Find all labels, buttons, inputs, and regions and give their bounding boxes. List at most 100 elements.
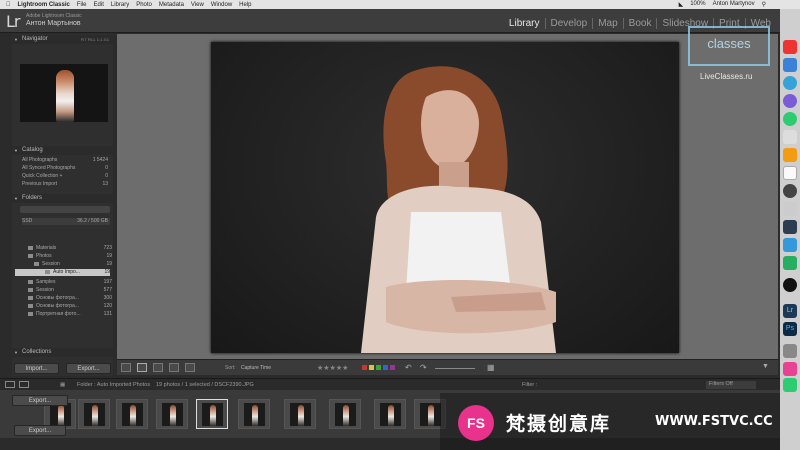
dock-app-icon[interactable]	[783, 202, 797, 216]
apple-icon[interactable]: 	[6, 2, 11, 8]
menu-file[interactable]: File	[77, 2, 87, 8]
menu-metadata[interactable]: Metadata	[159, 2, 184, 8]
dock-app-icon[interactable]	[783, 362, 797, 376]
telegram-icon[interactable]	[783, 76, 797, 90]
zoom-fill[interactable]: FILL	[88, 37, 96, 42]
dock-app-icon[interactable]	[783, 130, 797, 144]
filmstrip-thumb[interactable]	[238, 399, 270, 429]
lightroom-dock-icon[interactable]: Lr	[783, 304, 797, 318]
export-button-overlay-2[interactable]: Export...	[14, 425, 66, 436]
folder-materials[interactable]: Materials 723	[28, 245, 112, 252]
dock-app-icon[interactable]	[783, 184, 797, 198]
menu-edit[interactable]: Edit	[94, 2, 104, 8]
module-develop[interactable]: Develop	[544, 18, 593, 29]
label-red[interactable]	[362, 365, 367, 370]
loupe-view-icon[interactable]	[137, 363, 147, 372]
volume-ssd[interactable]: SSD 36.2 / 500 GB	[22, 218, 110, 225]
filmstrip-thumb-selected[interactable]	[196, 399, 228, 429]
rotate-right-icon[interactable]: ↷	[420, 363, 427, 372]
survey-view-icon[interactable]	[169, 363, 179, 372]
filmstrip-thumb[interactable]	[116, 399, 148, 429]
compare-view-icon[interactable]	[153, 363, 163, 372]
portrait-photo	[361, 66, 556, 353]
page-2-icon[interactable]	[19, 381, 29, 388]
folder-session[interactable]: Session 19	[34, 261, 112, 268]
zoom-3-1[interactable]: 3:1	[103, 37, 109, 42]
label-blue[interactable]	[383, 365, 388, 370]
whatsapp-icon[interactable]	[783, 112, 797, 126]
menu-photo[interactable]: Photo	[136, 2, 152, 8]
calendar-icon[interactable]	[783, 166, 797, 180]
wifi-icon[interactable]: ◣	[679, 1, 684, 8]
vlc-icon[interactable]	[783, 148, 797, 162]
filmstrip-thumb[interactable]	[374, 399, 406, 429]
navigator-preview[interactable]	[20, 64, 108, 122]
page-1-icon[interactable]	[5, 381, 15, 388]
catalog-item-previous[interactable]: Previous Import 13	[22, 181, 110, 188]
battery-percent[interactable]: 100%	[690, 1, 705, 8]
filter-select[interactable]: Filters Off	[706, 381, 756, 389]
photoshop-dock-icon[interactable]: Ps	[783, 322, 797, 336]
folder-auto-imported[interactable]: Auto Impo... 19	[15, 269, 110, 276]
folder-osnovy-1[interactable]: Основы фотогра... 300	[28, 295, 112, 302]
filmstrip-thumb[interactable]	[156, 399, 188, 429]
grid-icon[interactable]: ▦	[60, 382, 65, 388]
dock-app-icon[interactable]	[783, 220, 797, 234]
filmstrip-thumb[interactable]	[284, 399, 316, 429]
label-yellow[interactable]	[369, 365, 374, 370]
catalog-item-synced[interactable]: All Synced Photographs 0	[22, 165, 110, 172]
catalog-header[interactable]: Catalog	[12, 146, 113, 155]
catalog-item-quick[interactable]: Quick Collection +0	[22, 173, 110, 180]
navigator-header[interactable]: Navigator FIT FILL 1:1 3:1	[12, 35, 113, 44]
main-photo[interactable]	[211, 42, 679, 353]
label-purple[interactable]	[390, 365, 395, 370]
rotate-left-icon[interactable]: ↶	[405, 363, 412, 372]
zoom-slider[interactable]	[435, 368, 475, 369]
folder-photos[interactable]: Photos 19	[28, 253, 112, 260]
zoom-1-1[interactable]: 1:1	[97, 37, 103, 42]
dock-app-icon[interactable]	[783, 278, 797, 292]
watermark-logo: classes	[688, 26, 770, 66]
folders-header[interactable]: Folders	[12, 194, 113, 203]
folder-osnovy-2[interactable]: Основы фотогра... 120	[28, 303, 112, 310]
module-library[interactable]: Library	[504, 18, 545, 29]
menu-window[interactable]: Window	[211, 2, 232, 8]
dock-app-icon[interactable]	[783, 58, 797, 72]
menu-help[interactable]: Help	[239, 2, 251, 8]
dock-app-icon[interactable]	[783, 378, 797, 392]
zoom-fit[interactable]: FIT	[81, 37, 87, 42]
search-icon[interactable]: ⚲	[762, 1, 766, 8]
folder-search[interactable]	[20, 206, 110, 213]
people-view-icon[interactable]	[185, 363, 195, 372]
viber-icon[interactable]	[783, 94, 797, 108]
dock-app-icon[interactable]	[783, 344, 797, 358]
folder-portrait[interactable]: Портретная фото... 131	[28, 311, 112, 318]
menu-app[interactable]: Lightroom Classic	[18, 2, 70, 8]
filmstrip-thumb[interactable]	[78, 399, 110, 429]
star-rating[interactable]: ★★★★★	[317, 364, 348, 372]
menu-view[interactable]: View	[191, 2, 204, 8]
folder-session-2[interactable]: Session 577	[28, 287, 112, 294]
filmstrip-thumb[interactable]	[329, 399, 361, 429]
sort-select[interactable]: Capture Time	[241, 365, 271, 371]
dock-app-icon[interactable]	[783, 238, 797, 252]
export-button-overlay[interactable]: Export...	[12, 395, 68, 406]
import-button[interactable]: Import...	[14, 363, 59, 374]
dock-app-icon[interactable]	[783, 256, 797, 270]
catalog-item-all[interactable]: All Photographs 1 5424	[22, 157, 110, 164]
collections-header[interactable]: Collections	[12, 348, 113, 357]
menu-user[interactable]: Anton Martynov	[713, 1, 755, 8]
label-green[interactable]	[376, 365, 381, 370]
filmstrip-path[interactable]: Folder : Auto Imported Photos	[77, 382, 150, 388]
grid-view-icon[interactable]	[121, 363, 131, 372]
dock-app-icon[interactable]	[783, 40, 797, 54]
module-map[interactable]: Map	[592, 18, 622, 29]
crop-icon[interactable]: ▦	[487, 363, 495, 372]
folder-samples[interactable]: Samples 197	[28, 279, 112, 286]
menu-library[interactable]: Library	[111, 2, 129, 8]
module-book[interactable]: Book	[622, 18, 657, 29]
toolbar-menu-icon[interactable]: ▼	[762, 363, 769, 370]
brand-logo-icon: FS	[458, 405, 494, 441]
export-button[interactable]: Export...	[66, 363, 111, 374]
filmstrip-count[interactable]: 19 photos / 1 selected / DSCF2390.JPG	[156, 382, 254, 388]
